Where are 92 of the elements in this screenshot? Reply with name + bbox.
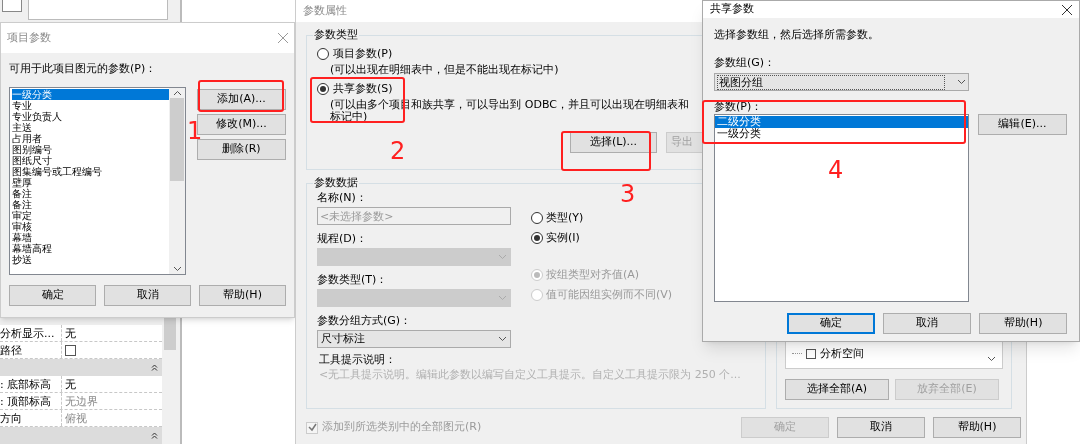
list-item[interactable]: 二级分类 bbox=[715, 116, 968, 128]
radio-label: 类型(Y) bbox=[546, 209, 584, 226]
dropdown[interactable]: 视图分组 bbox=[714, 73, 969, 91]
radio-label: 实例(I) bbox=[546, 229, 580, 246]
list-item[interactable]: 图纸尺寸 bbox=[12, 155, 169, 166]
window-title: 项目参数 bbox=[7, 29, 51, 46]
chevron-up-icon[interactable] bbox=[172, 90, 182, 96]
chevron-down-icon bbox=[498, 295, 507, 301]
list-item[interactable]: 一级分类 bbox=[715, 128, 968, 140]
window-title: 共享参数 bbox=[710, 1, 754, 18]
radio-label: 按组类型对齐值(A) bbox=[546, 266, 640, 283]
list-item[interactable]: 备注 bbox=[12, 199, 169, 210]
instruction-text: 选择参数组，然后选择所需参数。 bbox=[714, 28, 880, 42]
dialog-button[interactable]: 修改(M)... bbox=[197, 114, 286, 135]
step-number: 4 bbox=[828, 157, 844, 183]
dialog-button[interactable]: 帮助(H) bbox=[933, 417, 1021, 438]
chevron-down-icon bbox=[498, 254, 507, 260]
dialog-button[interactable]: 取消 bbox=[837, 417, 925, 438]
radio-label: 共享参数(S) bbox=[333, 82, 393, 96]
field-label: 参数类型(T)： bbox=[317, 273, 389, 286]
property-name: : 顶部标高 bbox=[0, 393, 62, 409]
dialog-button[interactable]: 编辑(E)... bbox=[978, 114, 1067, 135]
list-item[interactable]: 幕墙高程 bbox=[12, 243, 169, 254]
radio-button[interactable] bbox=[317, 83, 329, 95]
chevron-down-icon bbox=[987, 356, 996, 362]
property-value: 无边界 bbox=[64, 394, 99, 409]
dialog-button[interactable]: 选择全部(A) bbox=[785, 379, 889, 400]
list-item[interactable]: 图别编号 bbox=[12, 144, 169, 155]
radio-label: 项目参数(P) bbox=[333, 47, 393, 61]
field-label: 参数分组方式(G)： bbox=[317, 314, 413, 327]
list-item[interactable]: 幕墙 bbox=[12, 232, 169, 243]
dialog-button[interactable]: 取消 bbox=[883, 313, 971, 334]
name-field[interactable]: <未选择参数> bbox=[317, 207, 511, 225]
chevron-down-icon bbox=[172, 266, 182, 272]
field-label: 名称(N)： bbox=[317, 191, 368, 204]
radio-label: 值可能因组实例而不同(V) bbox=[546, 286, 673, 303]
property-value: 无 bbox=[64, 326, 77, 341]
dialog-button[interactable]: 帮助(H) bbox=[979, 313, 1067, 334]
list-item[interactable]: 占用者 bbox=[12, 133, 169, 144]
dropdown[interactable]: 尺寸标注 bbox=[317, 330, 511, 348]
list-label: 可用于此项目图元的参数(P)： bbox=[9, 62, 158, 76]
property-value: 无 bbox=[64, 377, 77, 392]
property-value: 俯视 bbox=[64, 411, 88, 426]
step-number: 3 bbox=[620, 181, 636, 207]
dialog-button[interactable]: 确定 bbox=[787, 313, 875, 334]
scrollbar[interactable] bbox=[169, 88, 185, 274]
property-name: 方向 bbox=[0, 410, 62, 426]
dialog-button[interactable]: 帮助(H) bbox=[199, 285, 286, 306]
window-title: 参数属性 bbox=[303, 2, 347, 19]
dropdown-value: 视图分组 bbox=[717, 74, 945, 90]
dialog-button[interactable]: 确定 bbox=[9, 285, 96, 306]
property-name: 分析显示... bbox=[0, 325, 62, 341]
close-icon[interactable] bbox=[1062, 4, 1072, 15]
view-icon bbox=[2, 0, 22, 12]
collapse-icon bbox=[151, 364, 158, 371]
list-item[interactable]: 备注 bbox=[12, 188, 169, 199]
checkbox-label: 添加到所选类别中的全部图元(R) bbox=[322, 419, 482, 436]
list-item[interactable]: 图集编号或工程编号 bbox=[12, 166, 169, 177]
chevron-down-icon bbox=[957, 79, 966, 85]
list-item[interactable]: 抄送 bbox=[12, 254, 169, 265]
check-icon bbox=[307, 423, 317, 432]
field-label: 规程(D)： bbox=[317, 232, 369, 245]
checkbox[interactable] bbox=[806, 348, 816, 359]
radio-button[interactable] bbox=[531, 212, 543, 224]
collapse-icon bbox=[151, 432, 158, 439]
dialog-button[interactable]: 删除(R) bbox=[197, 139, 286, 160]
field-label: 参数(P)： bbox=[714, 100, 764, 114]
list-item[interactable]: 审核 bbox=[12, 221, 169, 232]
property-name: 路径 bbox=[0, 342, 62, 358]
parameter-list[interactable]: 一级分类 专业 专业负责人 主送 占用者 图别编号 图纸尺寸 图集编号或工程编号 壁厚 备注 备注 审定 审核 幕墙 幕墙高程 抄送 bbox=[9, 87, 186, 275]
list-item[interactable]: 专业 bbox=[12, 100, 169, 111]
dropdown-value: 尺寸标注 bbox=[321, 330, 365, 347]
list-item[interactable]: 壁厚 bbox=[12, 177, 169, 188]
option-description: (可以出现在明细表中，但是不能出现在标记中) bbox=[330, 64, 560, 76]
property-name: : 底部标高 bbox=[0, 376, 62, 392]
radio-button[interactable] bbox=[317, 48, 329, 60]
dialog-button[interactable]: 取消 bbox=[104, 285, 191, 306]
group-title: 参数数据 bbox=[313, 177, 359, 189]
checkbox[interactable] bbox=[65, 344, 76, 356]
field-label: 参数组(G)： bbox=[714, 56, 777, 70]
radio-button[interactable] bbox=[531, 232, 543, 244]
group-title: 参数类型 bbox=[313, 29, 359, 41]
step-number: 2 bbox=[390, 138, 406, 164]
list-item[interactable]: 审定 bbox=[12, 210, 169, 221]
field-label: 工具提示说明： bbox=[319, 353, 397, 366]
list-item[interactable]: 一级分类 bbox=[12, 89, 169, 100]
chevron-down-icon bbox=[498, 336, 507, 342]
view-selector[interactable] bbox=[28, 0, 168, 20]
category-label: 分析空间 bbox=[820, 345, 864, 362]
list-item[interactable]: 主送 bbox=[12, 122, 169, 133]
dialog-button[interactable]: 添加(A)... bbox=[197, 89, 286, 110]
list-item[interactable]: 专业负责人 bbox=[12, 111, 169, 122]
